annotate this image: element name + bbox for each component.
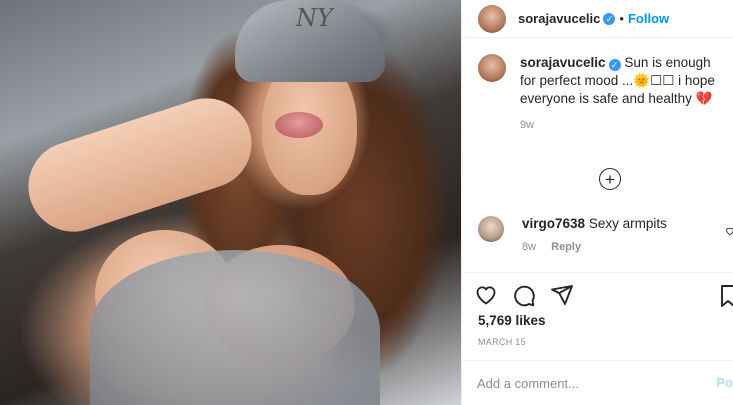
- commenter-avatar[interactable]: [478, 216, 504, 242]
- caption-body: sorajavucelic ✓ Sun is enough for perfect…: [520, 54, 717, 134]
- cap-logo: NY: [296, 4, 333, 32]
- likes-count[interactable]: 5,769 likes: [478, 313, 546, 328]
- comment-like-icon[interactable]: [725, 226, 733, 236]
- plus-icon: +: [605, 169, 615, 189]
- comment-text: Sexy armpits: [588, 216, 667, 231]
- caption-time[interactable]: 9w: [520, 116, 717, 134]
- action-icons: [474, 283, 721, 307]
- author-username[interactable]: sorajavucelic: [518, 11, 600, 26]
- comment-icon[interactable]: [512, 283, 536, 307]
- post-header: sorajavucelic ✓ • Follow: [462, 0, 733, 38]
- author-avatar[interactable]: [478, 4, 506, 33]
- caption-verified-icon: ✓: [608, 59, 621, 71]
- post-date: MARCH 15: [478, 337, 526, 347]
- heart-icon[interactable]: [474, 283, 498, 307]
- instagram-post: NY sorajavucelic ✓ • Follow sorajavuceli…: [0, 0, 733, 405]
- caption-avatar[interactable]: [478, 54, 506, 82]
- post-sidebar: sorajavucelic ✓ • Follow sorajavucelic ✓ …: [461, 0, 733, 405]
- photo-lips: [275, 112, 323, 138]
- comment-item: virgo7638 Sexy armpits 8w Reply: [478, 216, 733, 253]
- separator-dot: •: [619, 11, 624, 26]
- post-photo[interactable]: NY: [0, 0, 461, 405]
- comment-time[interactable]: 8w: [522, 241, 536, 253]
- share-icon[interactable]: [550, 283, 574, 307]
- load-more-comments-button[interactable]: +: [599, 168, 621, 190]
- photo-clothing: [90, 250, 380, 405]
- photo-arm: [16, 86, 264, 244]
- add-comment-input[interactable]: [477, 375, 707, 391]
- verified-badge-icon: ✓: [603, 12, 616, 25]
- follow-button[interactable]: Follow: [628, 11, 669, 26]
- comment-body: virgo7638 Sexy armpits: [522, 216, 667, 231]
- bookmark-icon[interactable]: [721, 285, 733, 307]
- post-comment-button[interactable]: Po: [716, 375, 733, 390]
- caption-username[interactable]: sorajavucelic: [520, 55, 606, 70]
- post-caption: sorajavucelic ✓ Sun is enough for perfect…: [462, 38, 733, 134]
- comment-meta: 8w Reply: [522, 241, 667, 253]
- add-comment-bar: Po: [462, 360, 733, 405]
- reply-button[interactable]: Reply: [551, 241, 581, 253]
- commenter-username[interactable]: virgo7638: [522, 216, 585, 231]
